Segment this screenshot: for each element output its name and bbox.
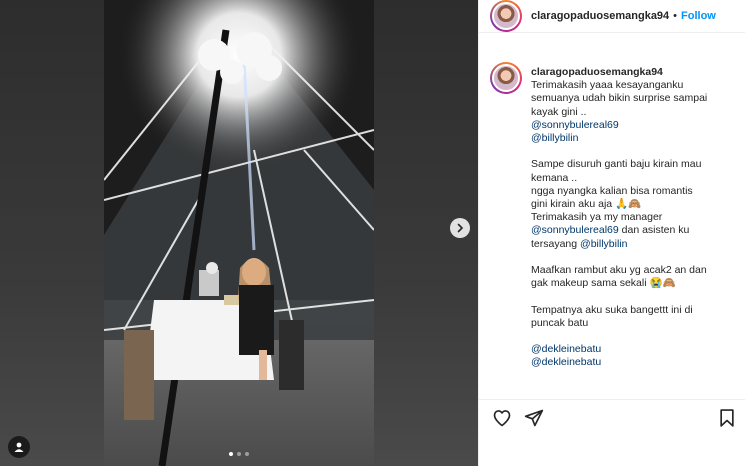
- caption-line: tersayang @billybilin: [531, 238, 736, 251]
- caption-line: Tempatnya aku suka bangettt ini di: [531, 304, 736, 317]
- caption-comment: claragopaduosemangka94 Terimakasih yaaa …: [490, 62, 740, 370]
- post-header: claragopaduosemangka94 • Follow: [479, 0, 745, 33]
- caption-text-segment: kayak gini ..: [531, 105, 587, 118]
- caption-line: puncak batu: [531, 317, 736, 330]
- caption-text-segment: Tempatnya aku suka bangettt ini di: [531, 303, 693, 316]
- caption-line: @dekleinebatu: [531, 356, 736, 369]
- share-button[interactable]: [524, 408, 544, 433]
- caption-line: ngga nyangka kalian bisa romantis: [531, 185, 736, 198]
- post-photo[interactable]: [104, 0, 374, 466]
- heart-icon: [493, 410, 511, 427]
- caption-body: claragopaduosemangka94 Terimakasih yaaa …: [531, 62, 736, 370]
- header-separator: •: [673, 10, 678, 22]
- caption-text-segment: puncak batu: [531, 316, 589, 329]
- mention-link[interactable]: @billybilin: [580, 238, 627, 250]
- caption-text: Terimakasih yaaa kesayanganku semuanya ud…: [531, 79, 736, 369]
- user-icon: [14, 442, 24, 452]
- mention-link[interactable]: @sonnybulereal69: [531, 224, 619, 236]
- caption-line: semuanya udah bikin surprise sampai: [531, 92, 736, 105]
- caption-line: gini kirain aku aja 🙏🙈: [531, 198, 736, 211]
- caption-line: kemana ..: [531, 172, 736, 185]
- mention-link[interactable]: @dekleinebatu: [531, 356, 601, 368]
- caption-text-segment: gak makeup sama sekali 😭🙈: [531, 277, 676, 290]
- caption-line: @sonnybulereal69: [531, 119, 736, 132]
- like-button[interactable]: [492, 408, 512, 433]
- caption-line: @billybilin: [531, 132, 736, 145]
- mention-link[interactable]: @dekleinebatu: [531, 343, 601, 355]
- caption-text-segment: Terimakasih yaaa kesayanganku: [531, 79, 684, 92]
- caption-line: Terimakasih yaaa kesayanganku: [531, 79, 736, 92]
- avatar[interactable]: [490, 62, 522, 94]
- carousel-dot: [245, 452, 249, 456]
- caption-text-segment: dan asisten ku: [618, 224, 690, 237]
- caption-line: Maafkan rambut aku yg acak2 an dan: [531, 264, 736, 277]
- post-details-panel: claragopaduosemangka94 • Follow claragop…: [478, 0, 745, 466]
- glass-pyramid-dinner-photo: [104, 0, 374, 466]
- save-button[interactable]: [717, 408, 737, 433]
- mention-link[interactable]: @sonnybulereal69: [531, 119, 619, 131]
- carousel-dot: [229, 452, 233, 456]
- next-photo-button[interactable]: [450, 218, 470, 238]
- carousel-indicator: [229, 452, 249, 456]
- caption-line: gak makeup sama sekali 😭🙈: [531, 277, 736, 290]
- caption-text-segment: Sampe disuruh ganti baju kirain mau: [531, 158, 702, 171]
- caption-line: kayak gini ..: [531, 106, 736, 119]
- caption-text-segment: ngga nyangka kalian bisa romantis: [531, 184, 693, 197]
- caption-text-segment: tersayang: [531, 237, 581, 250]
- header-username[interactable]: claragopaduosemangka94: [531, 10, 669, 22]
- caption-line: Sampe disuruh ganti baju kirain mau: [531, 158, 736, 171]
- caption-text-segment: Maafkan rambut aku yg acak2 an dan: [531, 264, 707, 277]
- caption-username[interactable]: claragopaduosemangka94: [531, 66, 736, 79]
- caption-area: claragopaduosemangka94 Terimakasih yaaa …: [490, 62, 740, 396]
- carousel-dot: [237, 452, 241, 456]
- chevron-right-icon: [457, 223, 464, 233]
- caption-text-segment: kemana ..: [531, 171, 578, 184]
- tagged-users-button[interactable]: [8, 436, 30, 458]
- post-media-panel: [0, 0, 478, 466]
- paper-plane-icon: [524, 409, 544, 427]
- post-actions-bar: [479, 399, 745, 433]
- mention-link[interactable]: @billybilin: [531, 132, 578, 144]
- caption-line: @sonnybulereal69 dan asisten ku: [531, 224, 736, 237]
- caption-line: @dekleinebatu: [531, 343, 736, 356]
- caption-text-segment: gini kirain aku aja 🙏🙈: [531, 198, 642, 211]
- bookmark-icon: [720, 409, 734, 427]
- avatar[interactable]: [490, 0, 522, 32]
- caption-text-segment: semuanya udah bikin surprise sampai: [531, 92, 708, 105]
- follow-button[interactable]: Follow: [681, 10, 716, 22]
- caption-line: Terimakasih ya my manager: [531, 211, 736, 224]
- caption-text-segment: Terimakasih ya my manager: [531, 211, 663, 224]
